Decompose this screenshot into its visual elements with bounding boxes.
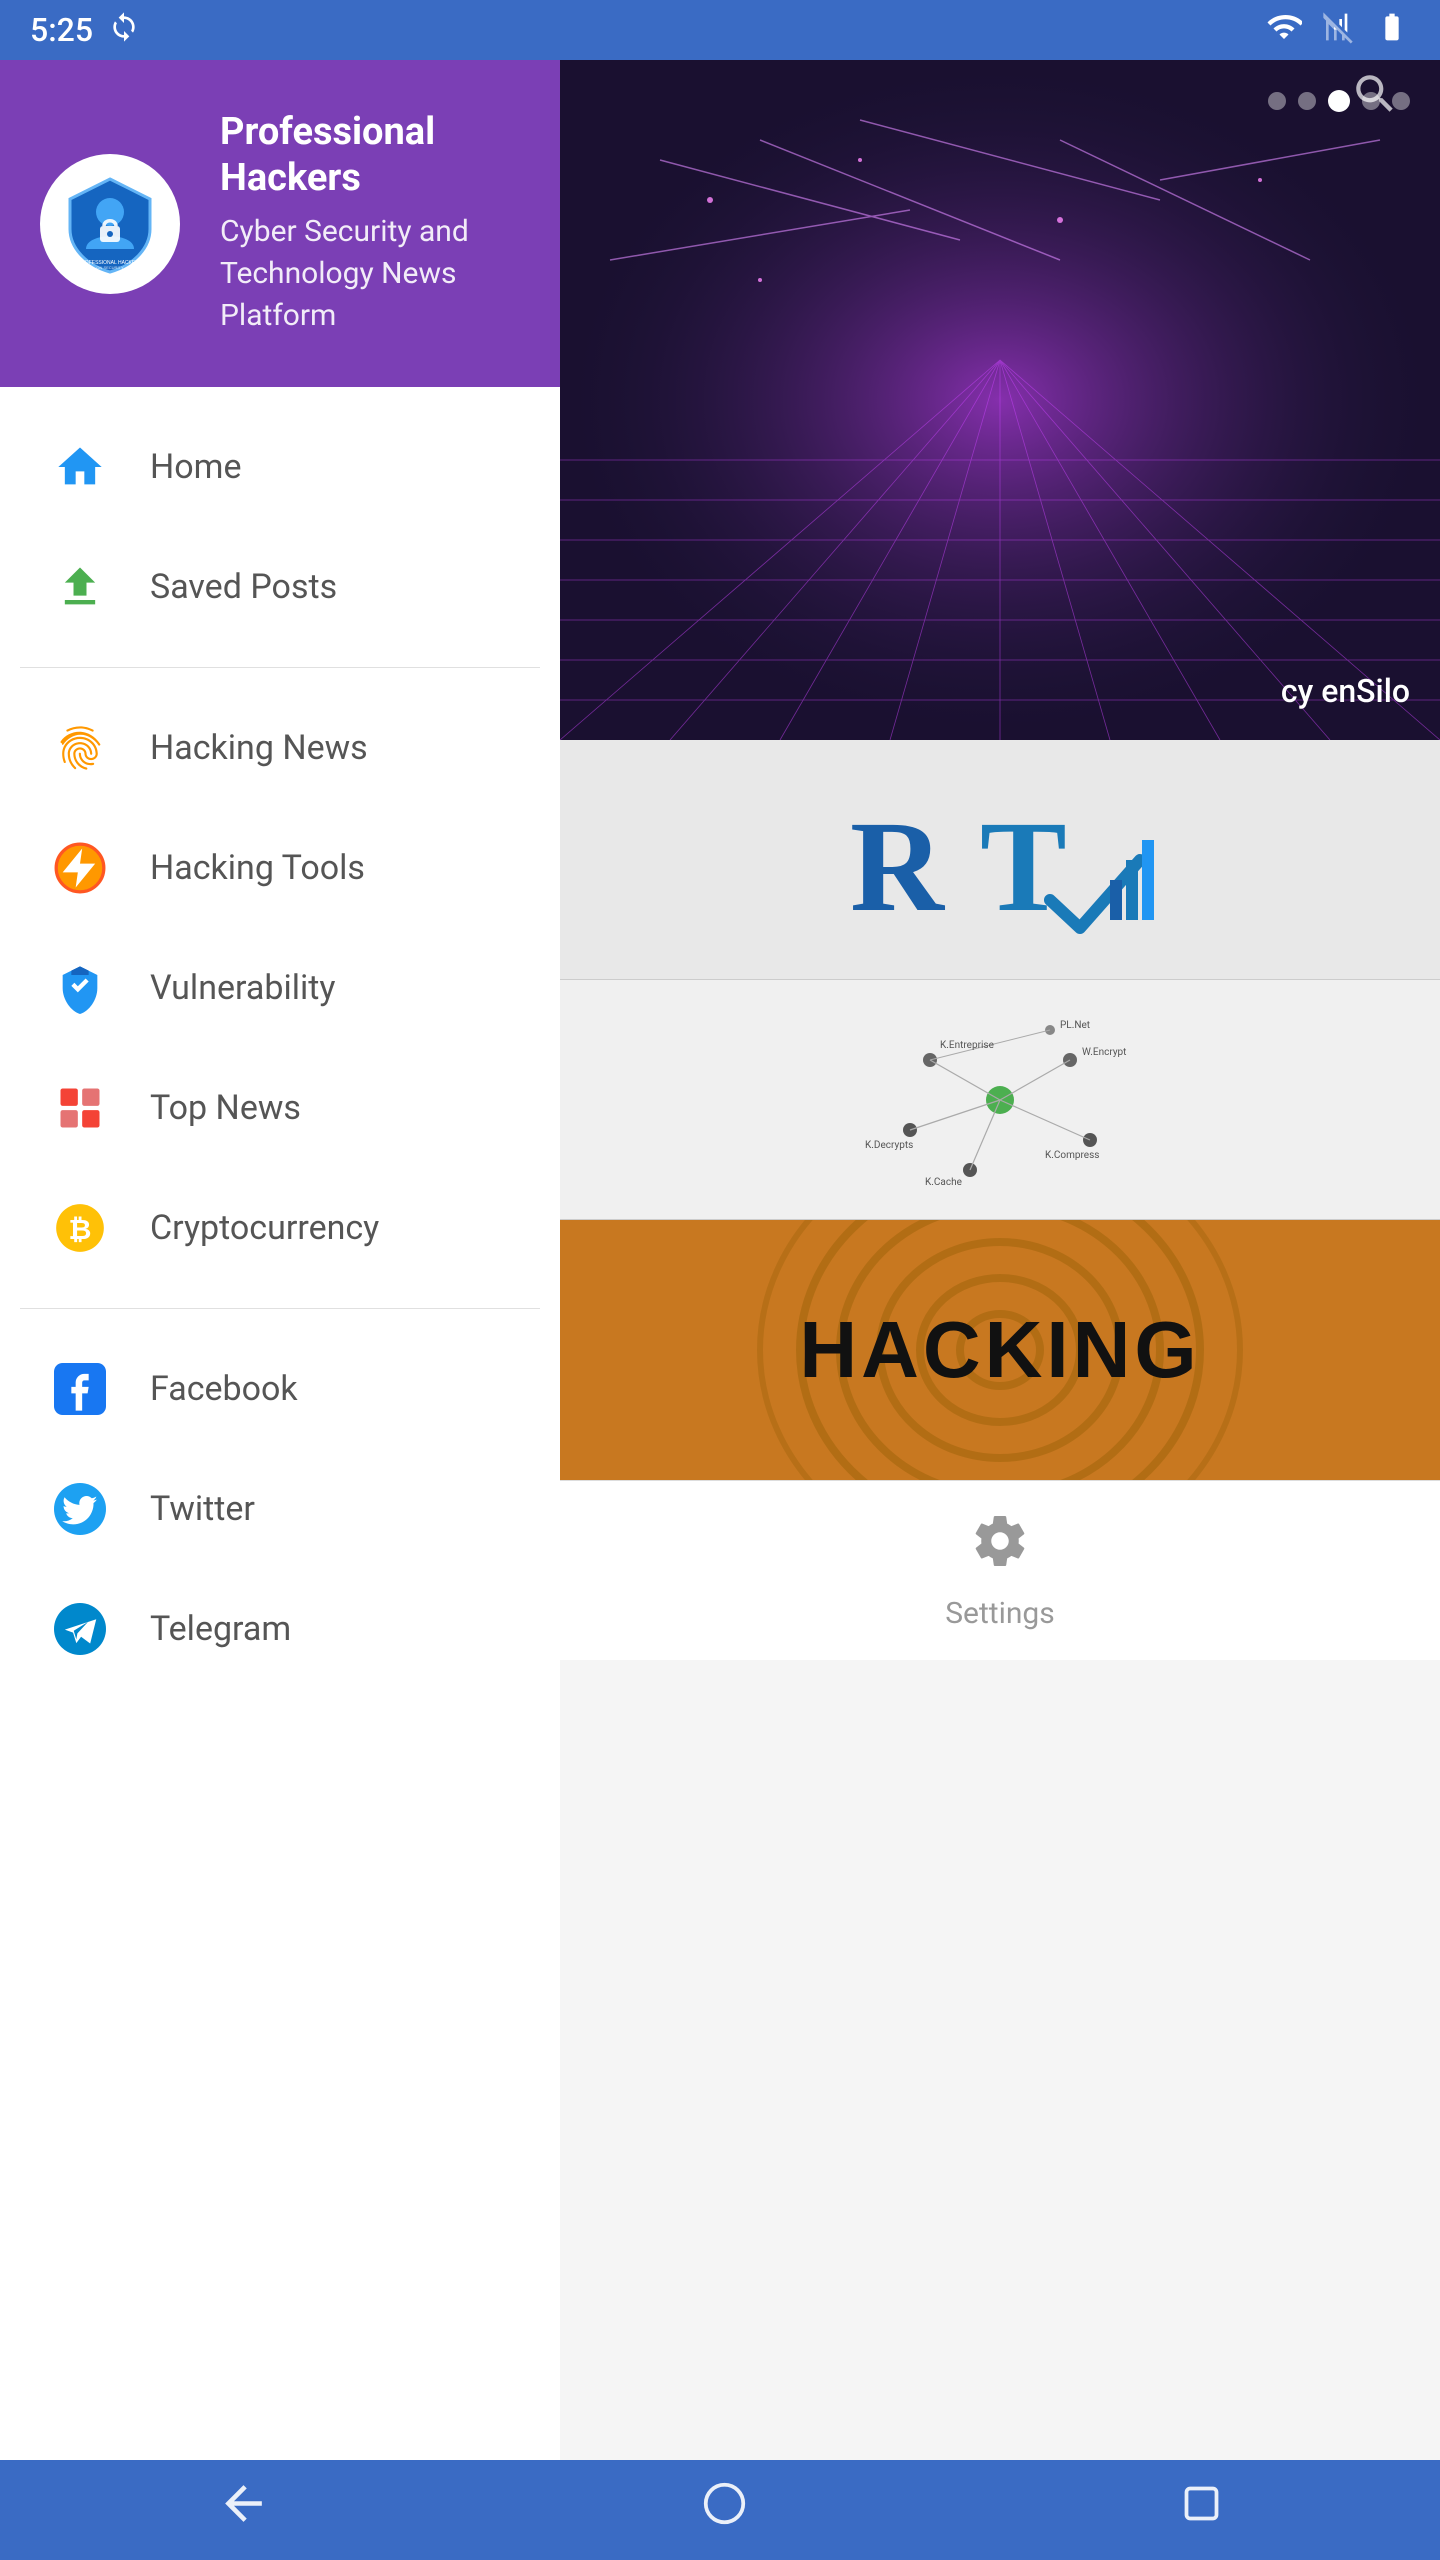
lightning-icon (50, 838, 110, 898)
status-bar: 5:25 (0, 0, 1440, 60)
telegram-icon (50, 1599, 110, 1659)
status-right (1266, 9, 1410, 52)
card-hacking[interactable]: HACKING (560, 1220, 1440, 1480)
status-time: 5:25 (30, 11, 93, 49)
hacking-news-label: Hacking News (150, 728, 368, 768)
save-icon (50, 557, 110, 617)
drawer-menu: Home Saved Posts (0, 387, 560, 2460)
menu-item-twitter[interactable]: Twitter (0, 1449, 560, 1569)
drawer: PROFESSIONAL HACKERS ON SECURITY Profess… (0, 60, 560, 2460)
menu-item-saved-posts[interactable]: Saved Posts (0, 527, 560, 647)
svg-text:K.Decrypts: K.Decrypts (865, 1140, 913, 1151)
twitter-icon (50, 1479, 110, 1539)
settings-area[interactable]: Settings (560, 1480, 1440, 1660)
twitter-label: Twitter (150, 1489, 255, 1529)
signal-icon (1322, 9, 1354, 52)
menu-item-cryptocurrency[interactable]: ₿ Cryptocurrency (0, 1168, 560, 1288)
hero-banner: cy enSilo (560, 60, 1440, 740)
right-panel-header (560, 60, 1440, 140)
network-background (560, 60, 1440, 740)
network-diagram: K.Entreprise W.Encrypt K.Decrypts K.Comp… (850, 1000, 1150, 1200)
cards-area: R T (560, 740, 1440, 2460)
settings-label: Settings (945, 1596, 1055, 1631)
home-button[interactable] (702, 2481, 747, 2539)
cryptocurrency-label: Cryptocurrency (150, 1208, 379, 1248)
menu-item-hacking-news[interactable]: Hacking News (0, 688, 560, 808)
svg-text:K.Cache: K.Cache (925, 1177, 962, 1188)
top-news-label: Top News (150, 1088, 301, 1128)
saved-posts-label: Saved Posts (150, 567, 337, 607)
app-logo: PROFESSIONAL HACKERS ON SECURITY (40, 154, 180, 294)
svg-text:K.Entreprise: K.Entreprise (940, 1040, 994, 1051)
menu-section-main: Home Saved Posts (0, 387, 560, 667)
recent-apps-button[interactable] (1179, 2481, 1224, 2539)
home-icon (50, 437, 110, 497)
menu-item-facebook[interactable]: Facebook (0, 1329, 560, 1449)
bitcoin-icon: ₿ (50, 1198, 110, 1258)
main-layout: PROFESSIONAL HACKERS ON SECURITY Profess… (0, 60, 1440, 2460)
svg-text:K.Compress: K.Compress (1045, 1150, 1099, 1161)
hacking-card-text: HACKING (799, 1304, 1200, 1396)
rt-logo-svg: R T (840, 780, 1160, 940)
svg-text:ON SECURITY: ON SECURITY (96, 265, 124, 270)
banner-text: cy enSilo (1281, 672, 1410, 710)
menu-item-vulnerability[interactable]: Vulnerability (0, 928, 560, 1048)
menu-item-telegram[interactable]: Telegram (0, 1569, 560, 1689)
app-subtitle: Cyber Security and Technology News Platf… (220, 211, 520, 337)
wifi-icon (1266, 9, 1302, 52)
hacking-tools-label: Hacking Tools (150, 848, 365, 888)
facebook-icon (50, 1359, 110, 1419)
right-panel: cy enSilo R T (560, 60, 1440, 2460)
facebook-label: Facebook (150, 1369, 298, 1409)
app-name: Professional Hackers (220, 110, 520, 201)
back-button[interactable] (216, 2476, 271, 2544)
svg-text:W.Encrypt: W.Encrypt (1082, 1047, 1126, 1058)
menu-item-top-news[interactable]: Top News (0, 1048, 560, 1168)
menu-item-hacking-tools[interactable]: Hacking Tools (0, 808, 560, 928)
menu-item-home[interactable]: Home (0, 407, 560, 527)
sync-icon (108, 11, 140, 50)
card-rt[interactable]: R T (560, 740, 1440, 980)
telegram-label: Telegram (150, 1609, 291, 1649)
search-icon[interactable] (1350, 69, 1400, 131)
home-label: Home (150, 447, 242, 487)
drawer-header: PROFESSIONAL HACKERS ON SECURITY Profess… (0, 60, 560, 387)
shield-icon (50, 958, 110, 1018)
svg-text:R: R (850, 795, 946, 939)
battery-icon (1374, 11, 1410, 50)
svg-text:PL.Net: PL.Net (1060, 1020, 1090, 1031)
card-network[interactable]: K.Entreprise W.Encrypt K.Decrypts K.Comp… (560, 980, 1440, 1220)
bottom-nav-bar (0, 2460, 1440, 2560)
grid-icon (50, 1078, 110, 1138)
vulnerability-label: Vulnerability (150, 968, 335, 1008)
svg-text:T: T (980, 795, 1067, 939)
menu-section-social: Facebook Twitter (0, 1309, 560, 1709)
svg-text:₿: ₿ (69, 1214, 92, 1245)
drawer-header-text: Professional Hackers Cyber Security and … (220, 110, 520, 337)
status-left: 5:25 (30, 11, 140, 50)
menu-section-categories: Hacking News Hacking Tools (0, 668, 560, 1308)
fingerprint-icon (50, 718, 110, 778)
gear-icon (970, 1511, 1030, 1586)
